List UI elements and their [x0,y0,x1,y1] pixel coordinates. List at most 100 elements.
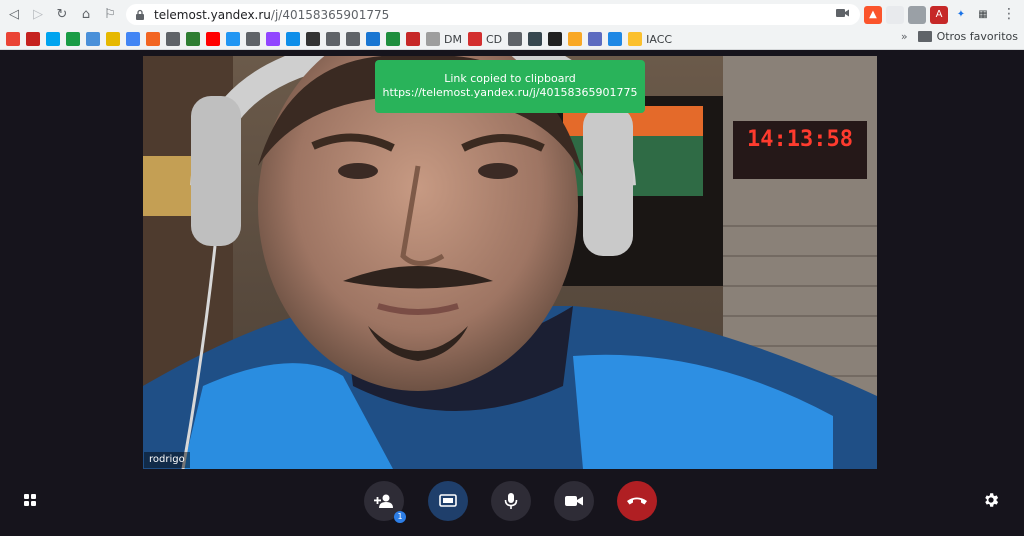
extension-icon[interactable] [886,5,904,24]
bookmark-item[interactable] [186,30,200,48]
bookmark-item[interactable] [6,30,20,48]
bookmark-item[interactable] [226,30,240,48]
puzzle-icon [246,32,260,46]
bookmark-page-icon[interactable]: ⚐ [98,3,122,27]
extension-icon[interactable] [908,5,926,24]
reload-icon[interactable]: ↻ [50,3,74,27]
mail-icon [26,32,40,46]
bookmark-item[interactable] [166,30,180,48]
iacc-icon [628,32,643,46]
other-bookmarks-label: Otros favoritos [936,30,1018,43]
bookmark-item[interactable] [86,30,100,48]
grid-icon [24,494,36,506]
bookmark-item[interactable] [568,30,583,48]
address-bar[interactable]: telemost.yandex.ru/j/40158365901775 [126,4,860,25]
wall-clock-digits: 14:13:58 [747,127,853,152]
back-icon[interactable]: ◁ [2,3,26,27]
bookmark-item[interactable] [366,30,380,48]
camera-in-use-icon[interactable] [836,8,850,20]
bookmark-icon [86,32,100,46]
grid-extension-icon[interactable]: ▦ [974,5,992,24]
add-user-icon [374,494,393,508]
bookmark-item[interactable] [588,30,603,48]
e-icon [106,32,120,46]
bookmark-item[interactable] [66,30,80,48]
bookmark-item[interactable] [608,30,623,48]
infinity-icon [608,32,623,46]
participant-name-tag: rodrigo [144,452,190,468]
check-icon [548,32,563,46]
microphone-icon [504,493,518,509]
dm-icon [426,32,440,46]
hang-up-icon [627,497,647,505]
bookmark-item[interactable]: CD [467,30,503,48]
twitch-icon [266,32,280,46]
participant-video[interactable]: 14:13:58 [143,56,877,469]
google-icon [126,32,140,46]
orange-square-icon [146,32,160,46]
home-icon[interactable]: ⌂ [74,3,98,27]
plane-icon [346,32,360,46]
bookmark-item[interactable]: IACC [628,30,672,48]
leave-call-button[interactable] [617,481,657,521]
bookmark-item[interactable] [528,30,543,48]
bookmark-label: DM [444,32,462,46]
meeting-stage: 14:13:58 rodrigo Link copied to clipboar… [0,51,1024,536]
bookmark-item[interactable] [306,30,320,48]
brave-shield-icon[interactable]: ▲ [864,5,882,24]
bookmark-item[interactable] [246,30,260,48]
at-icon [588,32,603,46]
settings-button[interactable] [982,491,1000,509]
bookmark-item[interactable] [46,30,60,48]
feather-icon[interactable]: ✦ [952,5,970,24]
bookmark-item[interactable]: DM [426,30,462,48]
globe-icon [326,32,340,46]
bookmark-item[interactable] [386,30,400,48]
bookmark-item[interactable] [206,30,220,48]
windows-icon [46,32,60,46]
bookmark-item[interactable] [286,30,300,48]
youtube-icon [206,32,220,46]
teamviewer-icon [286,32,300,46]
bookmark-item[interactable] [26,30,40,48]
bookmark-item[interactable] [346,30,360,48]
bookmark-item[interactable] [106,30,120,48]
card-icon [306,32,320,46]
screen-share-button[interactable] [428,481,468,521]
other-bookmarks[interactable]: » Otros favoritos [901,30,1018,43]
chile-flag-icon [467,32,482,46]
forward-icon[interactable]: ▷ [26,3,50,27]
shield-icon [528,32,543,46]
screen-share-icon [439,494,457,507]
bookmark-label: IACC [646,32,673,46]
globe-icon [508,32,523,46]
url-text: telemost.yandex.ru/j/40158365901775 [154,7,390,22]
browser-menu-icon[interactable]: ⋮ [1002,5,1016,23]
download-icon [226,32,240,46]
link-copied-toast: Link copied to clipboard https://telemos… [375,60,645,113]
bookmark-item[interactable] [266,30,280,48]
lock-icon[interactable] [134,9,146,21]
coin-icon [568,32,583,46]
bookmarks-overflow-icon[interactable]: » [901,30,908,43]
layout-grid-button[interactable] [22,492,38,508]
bookmarks-bar: DM CD IACC » Otros favoritos [0,29,1024,50]
bookmark-item[interactable] [146,30,160,48]
bookmark-label: CD [485,32,503,46]
lock-icon [386,32,400,46]
bookmark-item[interactable] [406,30,420,48]
extensions-bar: ▲ A ✦ ▦ [864,4,992,25]
video-frame: 14:13:58 [143,56,877,469]
s-icon [406,32,420,46]
bookmark-item[interactable] [326,30,340,48]
microphone-button[interactable] [491,481,531,521]
pdf-icon[interactable]: A [930,5,948,24]
camera-button[interactable] [554,481,594,521]
bookmark-item[interactable] [548,30,563,48]
bookmark-item[interactable] [126,30,140,48]
participant-count-badge: 1 [394,511,406,523]
bookmark-item[interactable] [508,30,523,48]
invite-participants-button[interactable]: 1 [364,481,406,523]
rt-icon [186,32,200,46]
toast-url: https://telemost.yandex.ru/j/40158365901… [382,86,638,99]
